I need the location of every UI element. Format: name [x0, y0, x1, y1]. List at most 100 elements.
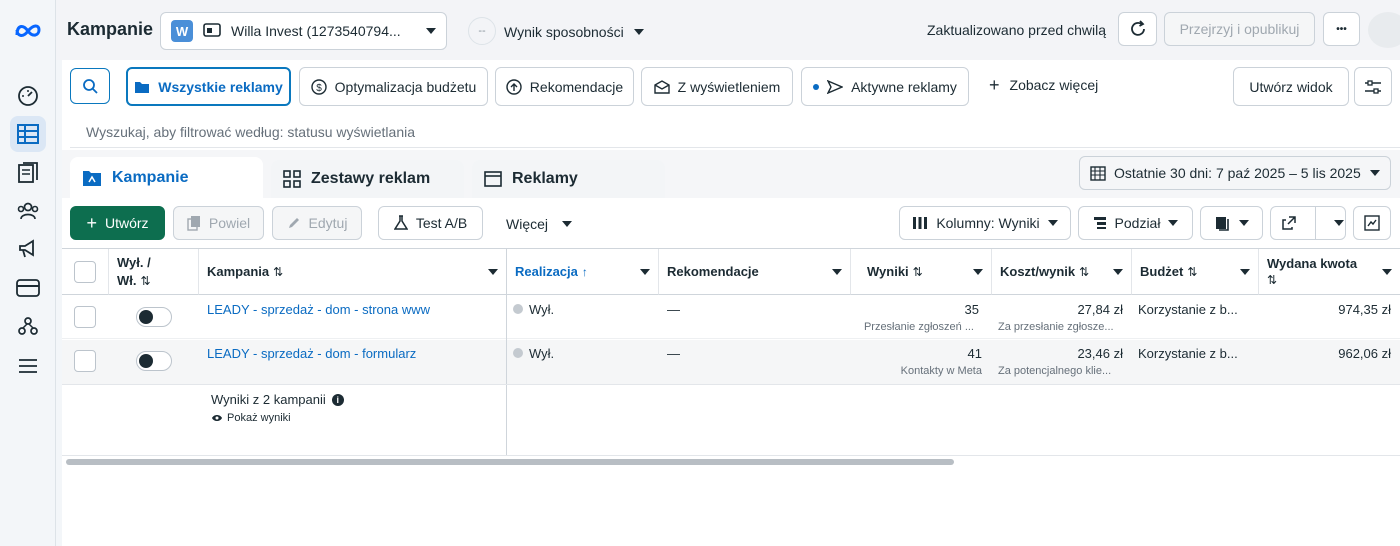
refresh-icon: [1130, 20, 1145, 36]
cost-per-result-value: 23,46 zł: [1077, 346, 1123, 361]
filter-all-ads[interactable]: Wszystkie reklamy: [126, 67, 291, 106]
catalog-icon[interactable]: [10, 155, 46, 191]
header-cost-per-result[interactable]: Koszt/wynik ⇅: [992, 249, 1132, 295]
tab-ad-sets[interactable]: Zestawy reklam: [271, 160, 464, 198]
row-checkbox[interactable]: [74, 306, 96, 328]
header-budget[interactable]: Budżet ⇅: [1132, 249, 1259, 295]
cost-per-result-value: 27,84 zł: [1077, 302, 1123, 317]
more-dropdown[interactable]: Więcej: [506, 216, 573, 232]
breakdown-label: Podział: [1114, 215, 1161, 231]
filter-recommendations[interactable]: Rekomendacje: [495, 67, 634, 106]
search-input[interactable]: Wyszukaj, aby filtrować według: statusu …: [70, 114, 1400, 148]
filter-active-label: Aktywne reklamy: [851, 78, 957, 95]
chevron-down-icon: [426, 28, 436, 34]
more-options-button[interactable]: •••: [1323, 12, 1360, 46]
filter-budget-optimization[interactable]: $ Optymalizacja budżetu: [299, 67, 488, 106]
breakdown-dropdown[interactable]: Podział: [1078, 206, 1193, 240]
refresh-button[interactable]: [1118, 12, 1157, 46]
chevron-down-icon: [1240, 268, 1250, 275]
sort-icon: ⇅: [140, 273, 151, 288]
tab-campaigns[interactable]: Kampanie: [70, 157, 263, 198]
row-checkbox[interactable]: [74, 350, 96, 372]
reports-dropdown[interactable]: [1200, 206, 1263, 240]
status-dot-icon: [513, 304, 523, 314]
columns-label: Kolumny: Wyniki: [936, 215, 1040, 231]
chevron-down-icon: [832, 268, 842, 275]
folder-icon: [83, 170, 101, 186]
duplicate-button[interactable]: Powiel: [173, 206, 264, 240]
campaign-name-link[interactable]: LEADY - sprzedaż - dom - strona www: [207, 302, 430, 317]
table-bottom-border: [62, 455, 1400, 456]
report-icon: [1215, 217, 1229, 231]
results-value: 35: [964, 302, 979, 317]
megaphone-icon[interactable]: [10, 231, 46, 267]
trend-chart-icon: [1364, 215, 1380, 231]
campaigns-table-icon[interactable]: [10, 116, 46, 152]
charts-button[interactable]: [1353, 206, 1391, 240]
menu-icon[interactable]: [10, 348, 46, 384]
columns-dropdown[interactable]: Kolumny: Wyniki: [899, 206, 1071, 240]
horizontal-scrollbar[interactable]: [66, 459, 954, 465]
see-more-button[interactable]: + Zobacz więcej: [989, 76, 1098, 94]
header-results-label: Wyniki: [867, 264, 909, 279]
results-summary-label: Wyniki z 2 kampanii: [211, 392, 326, 407]
campaign-name-link[interactable]: LEADY - sprzedaż - dom - formularz: [207, 346, 416, 361]
header-select-all: [62, 249, 109, 295]
header-recommendations[interactable]: Rekomendacje: [659, 249, 851, 295]
create-button[interactable]: + Utwórz: [70, 206, 165, 240]
opportunity-score-dropdown[interactable]: Wynik sposobności: [504, 24, 644, 40]
export-button[interactable]: [1270, 206, 1346, 240]
search-button[interactable]: [70, 68, 110, 104]
recommendation-value: —: [667, 346, 680, 361]
billing-card-icon[interactable]: [10, 270, 46, 306]
show-results-link[interactable]: Pokaż wyniki: [211, 412, 291, 424]
breakdown-icon: [1093, 217, 1106, 229]
header-delivery[interactable]: Realizacja ↑: [507, 249, 659, 295]
filter-active-ads[interactable]: Aktywne reklamy: [801, 67, 969, 106]
header-budget-label: Budżet: [1140, 264, 1184, 279]
date-range-label: Ostatnie 30 dni: 7 paź 2025 – 5 lis 2025: [1114, 165, 1361, 181]
header-results[interactable]: Wyniki ⇅: [851, 249, 992, 295]
filter-settings-button[interactable]: [1354, 67, 1392, 106]
duplicate-label: Powiel: [208, 215, 251, 231]
export-icon: [1282, 216, 1296, 230]
avatar[interactable]: [1368, 12, 1400, 48]
create-view-button[interactable]: Utwórz widok: [1233, 67, 1349, 106]
audiences-icon[interactable]: [10, 193, 46, 229]
ab-test-button[interactable]: Test A/B: [378, 206, 483, 240]
header-campaign[interactable]: Kampania ⇅: [199, 249, 507, 295]
tab-ads[interactable]: Reklamy: [472, 160, 665, 198]
results-value: 41: [967, 346, 982, 361]
campaign-toggle[interactable]: [136, 307, 172, 327]
campaign-toggle[interactable]: [136, 351, 172, 371]
budget-value: Korzystanie z b...: [1138, 346, 1238, 361]
sort-icon: ⇅: [1187, 265, 1198, 279]
envelope-icon: [653, 79, 670, 94]
chevron-down-icon: [1047, 220, 1058, 226]
filter-all-ads-label: Wszystkie reklamy: [158, 78, 283, 95]
header-onoff[interactable]: Wył. / Wł. ⇅: [109, 249, 199, 295]
dashboard-icon[interactable]: [10, 78, 46, 114]
edit-button[interactable]: Edytuj: [272, 206, 362, 240]
store-icon: [203, 22, 221, 41]
sort-ascending-icon: ↑: [581, 265, 588, 279]
flask-icon: [393, 215, 408, 230]
events-manager-icon[interactable]: [10, 308, 46, 344]
select-all-checkbox[interactable]: [74, 261, 96, 283]
recommendation-value: —: [667, 302, 680, 317]
header-amount-spent[interactable]: Wydana kwota ⇅: [1259, 249, 1400, 295]
chevron-down-icon: [1382, 268, 1392, 275]
score-gauge-icon: --: [468, 17, 496, 45]
review-publish-button[interactable]: Przejrzyj i opublikuj: [1164, 12, 1315, 46]
date-range-picker[interactable]: Ostatnie 30 dni: 7 paź 2025 – 5 lis 2025: [1079, 156, 1391, 190]
delivery-status: Wył.: [513, 302, 554, 317]
info-icon[interactable]: i: [331, 393, 344, 406]
meta-logo-icon[interactable]: [10, 12, 46, 48]
search-icon: [83, 79, 98, 94]
plus-icon: +: [86, 213, 97, 233]
account-selector[interactable]: W Willa Invest (1273540794...: [160, 12, 447, 50]
filter-with-impressions[interactable]: Z wyświetleniem: [641, 67, 793, 106]
ad-window-icon: [484, 171, 502, 187]
copy-icon: [187, 216, 200, 231]
tab-campaigns-label: Kampanie: [112, 168, 189, 186]
